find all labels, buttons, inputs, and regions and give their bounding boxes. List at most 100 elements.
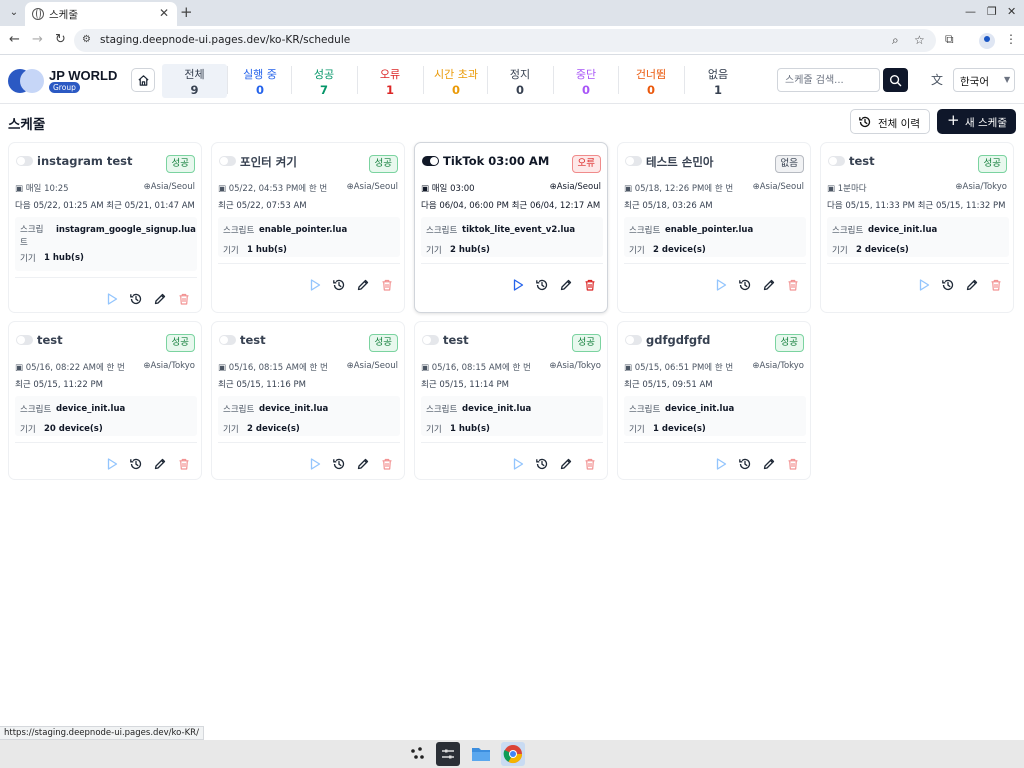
history-button[interactable] xyxy=(129,292,143,306)
run-now-button[interactable] xyxy=(714,278,728,292)
pencil-icon xyxy=(560,458,572,470)
schedule-search-input[interactable] xyxy=(778,69,874,91)
play-icon xyxy=(919,279,930,291)
files-folder-icon[interactable] xyxy=(469,742,493,766)
delete-button[interactable] xyxy=(177,457,191,471)
edit-button[interactable] xyxy=(762,278,776,292)
status-tab[interactable]: 없음 1 xyxy=(685,64,751,98)
language-select[interactable]: 한국어 ▼ xyxy=(953,68,1015,92)
history-button[interactable] xyxy=(129,457,143,471)
run-now-button[interactable] xyxy=(308,457,322,471)
script-info-box: 스크립트 device_init.lua 기기 2 device(s) xyxy=(827,217,1009,257)
status-tab[interactable]: 오류 1 xyxy=(358,64,422,98)
enable-toggle[interactable] xyxy=(219,335,236,345)
window-close-icon[interactable]: ✕ xyxy=(1007,5,1016,18)
enable-toggle[interactable] xyxy=(625,156,642,166)
status-tab[interactable]: 정지 0 xyxy=(488,64,552,98)
back-arrow-icon[interactable]: ← xyxy=(9,32,20,47)
enable-toggle[interactable] xyxy=(422,156,439,166)
delete-button[interactable] xyxy=(380,457,394,471)
enable-toggle[interactable] xyxy=(828,156,845,166)
minimize-icon[interactable]: — xyxy=(965,5,976,18)
close-icon[interactable]: ✕ xyxy=(159,6,169,20)
edit-button[interactable] xyxy=(965,278,979,292)
delete-button[interactable] xyxy=(177,292,191,306)
status-tab[interactable]: 건너뜀 0 xyxy=(619,64,683,98)
site-info-icon[interactable]: ⚙ xyxy=(82,34,91,45)
run-now-button[interactable] xyxy=(917,278,931,292)
history-all-button[interactable]: 전체 이력 xyxy=(850,109,930,134)
history-button[interactable] xyxy=(535,278,549,292)
delete-button[interactable] xyxy=(380,278,394,292)
home-button[interactable] xyxy=(131,68,155,92)
delete-button[interactable] xyxy=(786,457,800,471)
device-count: 2 device(s) xyxy=(247,424,300,434)
delete-button[interactable] xyxy=(786,278,800,292)
enable-toggle[interactable] xyxy=(422,335,439,345)
enable-toggle[interactable] xyxy=(219,156,236,166)
status-tab[interactable]: 전체 9 xyxy=(162,64,227,98)
edit-button[interactable] xyxy=(762,457,776,471)
run-now-button[interactable] xyxy=(105,457,119,471)
history-icon xyxy=(333,279,345,291)
schedule-rule-text: 매일 10:25 xyxy=(25,184,69,194)
schedule-rule-text: 1분마다 xyxy=(837,184,867,194)
new-tab-plus-icon[interactable]: + xyxy=(180,3,193,21)
run-now-button[interactable] xyxy=(308,278,322,292)
delete-button[interactable] xyxy=(583,278,597,292)
edit-button[interactable] xyxy=(356,457,370,471)
edit-button[interactable] xyxy=(153,292,167,306)
history-button[interactable] xyxy=(535,457,549,471)
run-now-button[interactable] xyxy=(511,457,525,471)
profile-avatar-icon[interactable] xyxy=(979,33,995,49)
status-tab-divider xyxy=(684,66,685,94)
script-label: 스크립트 xyxy=(426,226,458,236)
enable-toggle[interactable] xyxy=(16,156,33,166)
extensions-puzzle-icon[interactable]: ⧉ xyxy=(945,32,954,47)
enable-toggle[interactable] xyxy=(625,335,642,345)
enable-toggle[interactable] xyxy=(16,335,33,345)
terminal-icon[interactable] xyxy=(436,742,460,766)
restore-icon[interactable]: ❐ xyxy=(987,5,997,18)
schedule-rule: ▣ 05/16, 08:15 AM에 한 번 xyxy=(218,361,328,373)
edit-button[interactable] xyxy=(559,278,573,292)
schedule-rule-text: 05/16, 08:15 AM에 한 번 xyxy=(431,363,531,373)
reload-icon[interactable]: ↻ xyxy=(55,32,66,47)
status-tab[interactable]: 실행 중 0 xyxy=(228,64,292,98)
delete-button[interactable] xyxy=(583,457,597,471)
globe-icon: ⊕ xyxy=(346,182,354,192)
timezone: ⊕Asia/Seoul xyxy=(753,182,804,192)
edit-button[interactable] xyxy=(356,278,370,292)
run-times: 최근 05/15, 11:22 PM xyxy=(15,380,103,390)
search-button[interactable] xyxy=(883,68,908,92)
url-field[interactable]: ⚙ staging.deepnode-ui.pages.dev/ko-KR/sc… xyxy=(74,29,936,52)
new-schedule-button[interactable]: + 새 스케줄 xyxy=(937,109,1016,134)
status-tab[interactable]: 시간 초과 0 xyxy=(424,64,488,98)
history-button[interactable] xyxy=(738,457,752,471)
history-button[interactable] xyxy=(332,278,346,292)
history-button[interactable] xyxy=(941,278,955,292)
forward-arrow-icon[interactable]: → xyxy=(32,32,43,47)
launcher-icon[interactable] xyxy=(405,742,429,766)
run-now-button[interactable] xyxy=(105,292,119,306)
edit-button[interactable] xyxy=(559,457,573,471)
run-now-button[interactable] xyxy=(511,278,525,292)
delete-button[interactable] xyxy=(989,278,1003,292)
history-button[interactable] xyxy=(332,457,346,471)
device-count: 1 hub(s) xyxy=(247,245,287,255)
status-tab-count: 0 xyxy=(255,83,264,97)
edit-button[interactable] xyxy=(153,457,167,471)
schedule-search-box[interactable] xyxy=(777,68,880,92)
run-now-button[interactable] xyxy=(714,457,728,471)
browser-menu-icon[interactable]: ⋮ xyxy=(1005,32,1017,46)
browser-tab[interactable]: 스케줄 ✕ xyxy=(25,2,177,26)
status-tab[interactable]: 성공 7 xyxy=(292,64,356,98)
history-button[interactable] xyxy=(738,278,752,292)
chrome-browser-icon[interactable] xyxy=(501,742,525,766)
script-label: 스크립트 xyxy=(20,405,52,415)
zoom-icon[interactable]: ⌕ xyxy=(892,33,899,48)
trash-icon xyxy=(382,458,392,470)
bookmark-star-icon[interactable]: ☆ xyxy=(914,33,925,47)
tab-search-chevron-icon[interactable]: ⌄ xyxy=(6,6,22,20)
status-tab[interactable]: 중단 0 xyxy=(554,64,618,98)
